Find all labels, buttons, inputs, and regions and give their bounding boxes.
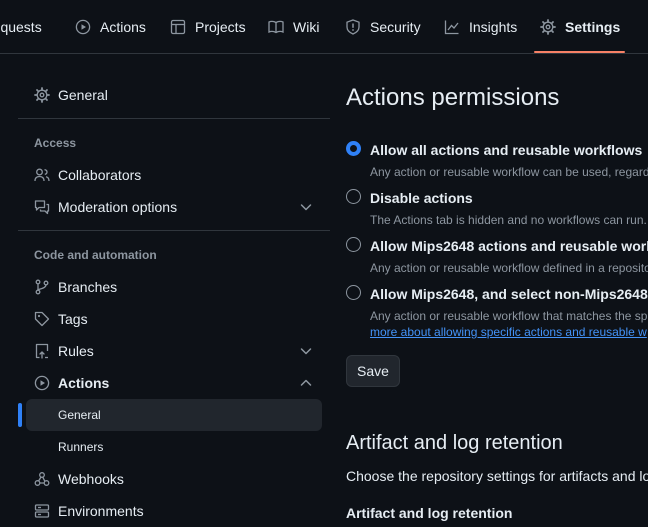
tab-insights[interactable]: Insights	[444, 0, 517, 54]
save-button[interactable]: Save	[346, 355, 400, 387]
option-description: Any action or reusable workflow that mat…	[370, 309, 648, 323]
book-icon	[268, 20, 284, 34]
retention-subheading: Artifact and log retention	[346, 505, 513, 521]
page-title: Actions permissions	[346, 84, 560, 111]
tab-label: Actions	[100, 19, 146, 35]
tab-label: requests	[0, 19, 42, 35]
tab-pull-requests[interactable]: requests	[0, 0, 42, 54]
shield-icon	[346, 19, 360, 35]
option-description: Any action or reusable workflow can be u…	[370, 165, 648, 179]
option-label: Allow Mips2648, and select non-Mips2648,…	[370, 286, 648, 302]
section-title-retention: Artifact and log retention	[346, 432, 563, 454]
gear-icon	[34, 87, 50, 103]
sidebar-item-collaborators[interactable]: Collaborators	[18, 159, 330, 191]
play-icon	[75, 19, 91, 35]
tab-wiki[interactable]: Wiki	[268, 0, 319, 54]
chevron-down-icon	[298, 199, 314, 215]
option-label: Allow all actions and reusable workflows	[370, 142, 643, 158]
option-description: Any action or reusable workflow defined …	[370, 261, 648, 275]
radio-disable-actions[interactable]	[346, 189, 361, 204]
tab-label: Settings	[565, 19, 621, 35]
sidebar-item-tags[interactable]: Tags	[18, 303, 330, 335]
sidebar-item-label: Rules	[58, 343, 94, 359]
chevron-up-icon	[298, 375, 314, 391]
option-label: Allow Mips2648 actions and reusable work…	[370, 238, 648, 254]
option-label: Disable actions	[370, 190, 473, 206]
sidebar-item-label: Collaborators	[58, 167, 142, 183]
sidebar-item-label: General	[58, 408, 101, 422]
sidebar-item-moderation[interactable]: Moderation options	[18, 191, 330, 223]
graph-icon	[444, 20, 459, 35]
sidebar-item-label: Branches	[58, 279, 118, 295]
selected-tab-underline	[534, 51, 625, 53]
chevron-down-icon	[298, 343, 314, 359]
sidebar-item-label: Actions	[58, 375, 110, 391]
sidebar-item-label: Tags	[58, 311, 88, 327]
repo-push-icon	[34, 343, 50, 359]
sidebar-heading-code-automation: Code and automation	[34, 248, 157, 262]
comment-discussion-icon	[34, 199, 50, 215]
sidebar-subitem-actions-runners[interactable]: Runners	[26, 431, 322, 463]
learn-more-link[interactable]: more about allowing specific actions and…	[370, 325, 647, 339]
sidebar-item-actions[interactable]: Actions	[18, 367, 330, 399]
tab-security[interactable]: Security	[345, 0, 421, 54]
repo-nav: requests Actions Projects Wiki Security …	[0, 0, 648, 54]
sidebar-divider	[18, 118, 330, 119]
webhook-icon	[34, 471, 50, 487]
sidebar-item-label: Webhooks	[58, 471, 124, 487]
tab-label: Security	[370, 19, 421, 35]
sidebar-active-indicator	[18, 403, 22, 427]
tag-icon	[34, 311, 50, 327]
tab-label: Wiki	[293, 19, 320, 35]
radio-allow-all[interactable]	[346, 141, 361, 156]
sidebar-item-general[interactable]: General	[18, 79, 330, 111]
play-icon	[34, 375, 50, 391]
tab-label: Projects	[195, 19, 246, 35]
sidebar-item-label: Environments	[58, 503, 144, 519]
gear-icon	[540, 19, 556, 35]
people-icon	[34, 167, 50, 183]
sidebar-item-branches[interactable]: Branches	[18, 271, 330, 303]
radio-allow-select[interactable]	[346, 285, 361, 300]
tab-actions[interactable]: Actions	[75, 0, 146, 54]
tab-projects[interactable]: Projects	[170, 0, 246, 54]
tab-settings[interactable]: Settings	[540, 0, 620, 54]
radio-allow-owner-actions[interactable]	[346, 237, 361, 252]
sidebar-item-label: General	[58, 87, 108, 103]
git-branch-icon	[34, 279, 50, 295]
section-description: Choose the repository settings for artif…	[346, 468, 648, 484]
sidebar-heading-access: Access	[34, 136, 77, 150]
sidebar-divider	[18, 230, 330, 231]
sidebar-item-label: Moderation options	[58, 199, 178, 215]
server-icon	[34, 503, 50, 519]
sidebar-subitem-actions-general[interactable]: General	[26, 399, 322, 431]
option-description: The Actions tab is hidden and no workflo…	[370, 213, 647, 227]
sidebar-item-environments[interactable]: Environments	[18, 495, 330, 527]
tab-label: Insights	[469, 19, 518, 35]
sidebar-item-label: Runners	[58, 440, 104, 454]
sidebar-item-webhooks[interactable]: Webhooks	[18, 463, 330, 495]
table-icon	[170, 19, 186, 35]
sidebar-item-rules[interactable]: Rules	[18, 335, 330, 367]
